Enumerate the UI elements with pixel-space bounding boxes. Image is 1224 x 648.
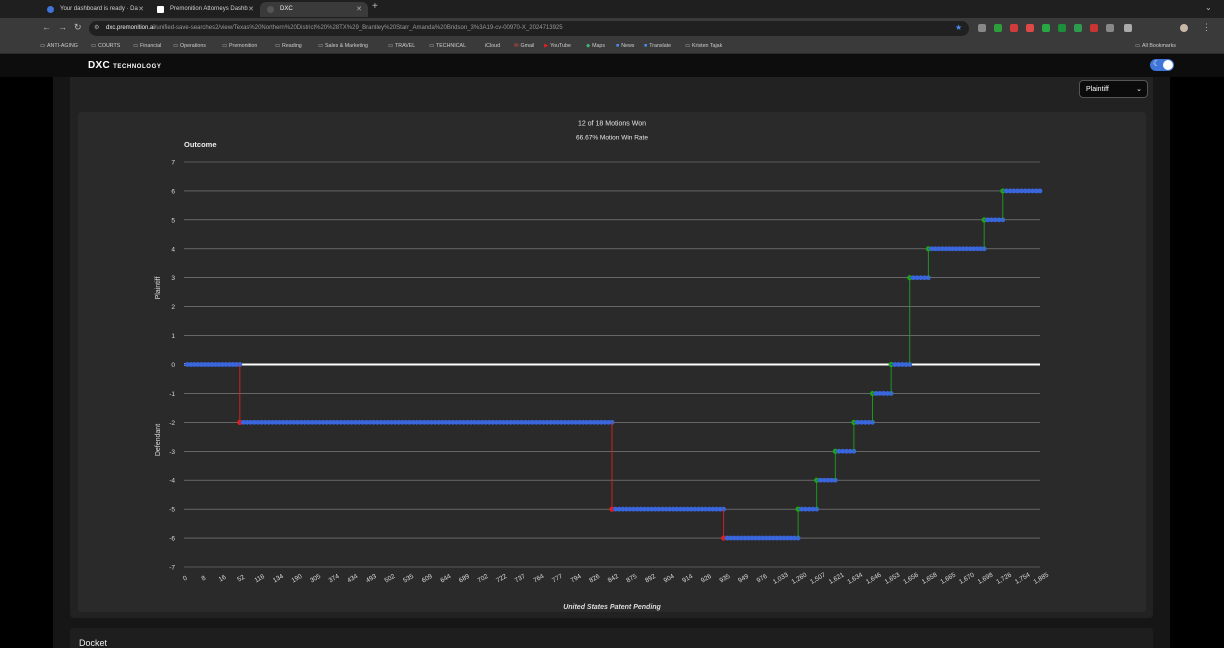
- data-point: [1037, 188, 1043, 194]
- x-tick-label: 1,507: [809, 571, 827, 585]
- docket-section: Docket: [70, 628, 1153, 648]
- y-tick-label: 2: [171, 304, 175, 311]
- docket-title: Docket: [79, 638, 108, 648]
- chart-footer: United States Patent Pending: [563, 604, 661, 611]
- y-tick-label: 3: [171, 275, 175, 282]
- motion-outcome-chart: 12 of 18 Motions Won 66.67% Motion Win R…: [155, 121, 1050, 612]
- y-label-plaintiff: Plaintiff: [155, 277, 162, 300]
- y-label-defendant: Defendant: [155, 424, 162, 456]
- x-tick-label: 1,665: [939, 571, 957, 585]
- x-tick-label: 737: [514, 573, 527, 585]
- y-tick-label: -1: [169, 391, 175, 398]
- x-tick-label: 1,646: [865, 571, 883, 585]
- y-tick-label: 4: [171, 246, 175, 253]
- x-tick-label: 702: [477, 573, 490, 585]
- chart-subtitle: 66.67% Motion Win Rate: [576, 135, 648, 142]
- y-tick-label: -7: [169, 565, 175, 572]
- x-tick-label: 374: [328, 573, 341, 585]
- y-tick-label: -6: [169, 536, 175, 543]
- x-tick-label: 949: [737, 573, 750, 585]
- x-tick-label: 52: [236, 574, 246, 584]
- y-tick-labels: 7 6 5 4 3 2 1 0 -1 -2 -3 -4 -5 -6 -7: [169, 160, 175, 572]
- x-tick-label: 1,634: [846, 571, 864, 585]
- x-tick-label: 434: [346, 573, 359, 585]
- x-tick-label: 609: [421, 573, 434, 585]
- x-tick-label: 8: [201, 575, 208, 583]
- x-tick-label: 935: [718, 573, 731, 585]
- y-tick-label: -4: [169, 478, 175, 485]
- x-tick-label: 892: [644, 573, 657, 585]
- x-tick-label: 116: [253, 573, 266, 584]
- y-tick-label: -5: [169, 507, 175, 514]
- x-tick-label: 1,656: [902, 571, 920, 585]
- x-tick-label: 502: [383, 573, 396, 585]
- x-tick-label: 1,621: [828, 571, 846, 585]
- y-tick-label: 7: [171, 160, 175, 167]
- y-tick-label: 5: [171, 217, 175, 224]
- x-tick-label: 875: [625, 573, 638, 585]
- x-tick-label: 914: [681, 573, 694, 585]
- outcome-label: Outcome: [184, 140, 217, 149]
- x-tick-label: 0: [182, 575, 189, 583]
- x-tick-label: 493: [365, 573, 378, 585]
- x-tick-label: 1,698: [977, 571, 995, 585]
- x-tick-label: 976: [756, 573, 769, 585]
- x-tick-label: 1,726: [995, 571, 1013, 585]
- x-tick-label: 826: [588, 573, 601, 585]
- x-tick-label: 16: [218, 574, 228, 584]
- x-tick-label: 722: [495, 573, 508, 585]
- y-tick-label: -2: [169, 420, 175, 427]
- x-tick-label: 1,653: [884, 571, 902, 585]
- y-tick-label: -3: [169, 449, 175, 456]
- x-tick-label: 689: [458, 573, 471, 585]
- x-tick-label: 1,260: [791, 571, 809, 585]
- x-tick-label: 926: [700, 573, 713, 585]
- y-tick-label: 1: [171, 333, 175, 340]
- x-tick-label: 1,670: [958, 571, 976, 585]
- x-tick-label: 535: [402, 573, 415, 585]
- x-tick-label: 1,658: [921, 571, 939, 585]
- x-tick-label: 1,885: [1032, 571, 1050, 585]
- chart-title: 12 of 18 Motions Won: [578, 121, 646, 128]
- x-tick-label: 794: [570, 573, 583, 585]
- x-tick-label: 842: [607, 573, 620, 585]
- x-tick-label: 644: [439, 573, 452, 585]
- y-tick-label: 6: [171, 188, 175, 195]
- x-tick-label: 777: [551, 573, 564, 585]
- x-tick-label: 305: [309, 573, 322, 585]
- x-tick-label: 190: [290, 573, 303, 585]
- x-tick-label: 1,033: [772, 571, 790, 585]
- x-tick-label: 134: [272, 573, 285, 585]
- x-tick-label: 1,754: [1014, 571, 1032, 585]
- y-tick-label: 0: [171, 362, 175, 369]
- x-tick-labels: 0 8 16 52 116 134 190 305 374 434 493 502 535 609 644 6…: [182, 571, 1050, 585]
- x-tick-label: 764: [532, 573, 545, 585]
- x-tick-label: 904: [663, 573, 676, 585]
